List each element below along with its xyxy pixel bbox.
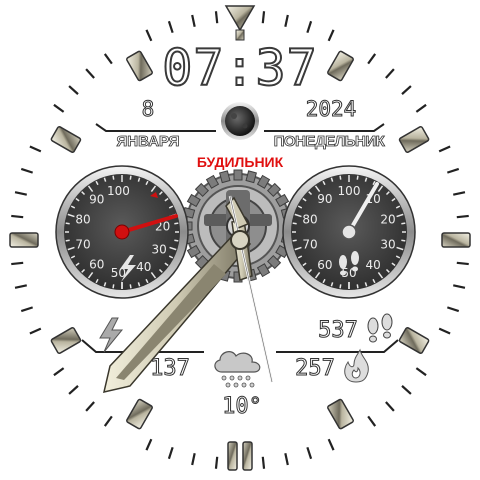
minute-tick <box>446 167 460 174</box>
minute-tick <box>53 367 65 377</box>
gauge-scale-label: 60 <box>89 257 104 271</box>
minute-tick <box>14 191 27 196</box>
rain-cloud-icon <box>214 351 261 388</box>
gauge-scale-label: 90 <box>317 192 332 206</box>
minute-tick <box>306 20 313 34</box>
gauge-scale-label: 40 <box>365 258 380 272</box>
minute-tick <box>453 191 466 196</box>
hour-marker <box>398 126 430 153</box>
gauge-scale-label: 60 <box>317 258 332 272</box>
minute-tick <box>20 167 34 174</box>
minute-tick <box>327 438 335 451</box>
minute-tick <box>145 438 153 451</box>
minute-tick <box>191 453 196 466</box>
gauge-scale-label: 30 <box>152 242 167 256</box>
minute-tick <box>103 415 113 427</box>
hour-marker <box>9 232 39 248</box>
minute-tick <box>415 367 427 377</box>
center-cap <box>230 230 250 250</box>
hour-marker <box>50 327 82 354</box>
minute-tick <box>20 306 34 313</box>
minute-tick <box>11 261 24 266</box>
gauge-scale-label: 90 <box>89 193 104 207</box>
hour-marker <box>398 327 430 354</box>
minute-tick <box>367 53 377 65</box>
minute-tick <box>446 306 460 313</box>
temperature-value: 10° <box>222 394 263 420</box>
date-weekday: ПОНЕДЕЛЬНИК <box>273 133 385 151</box>
hour-marker <box>227 441 253 471</box>
calories-value: 137 <box>150 356 191 382</box>
minute-tick <box>385 68 395 79</box>
hour-marker <box>224 5 256 41</box>
moon-phase-icon <box>221 102 259 140</box>
gauge-scale-label: 100 <box>338 184 361 198</box>
minute-tick <box>85 68 95 79</box>
minute-tick <box>167 446 174 460</box>
minute-tick <box>401 85 412 95</box>
minute-tick <box>214 456 219 469</box>
flame-icon <box>344 348 369 383</box>
gauge-scale-label: 40 <box>136 260 151 274</box>
steps-value: 537 <box>318 318 359 344</box>
gauge-scale-label: 80 <box>302 212 317 226</box>
minute-tick <box>284 14 289 27</box>
minute-tick <box>456 261 469 266</box>
hour-marker <box>327 398 354 430</box>
gauge-scale-label: 80 <box>75 212 90 226</box>
minute-tick <box>68 385 79 395</box>
date-month: ЯНВАРЯ <box>116 133 180 151</box>
minute-tick <box>11 214 24 219</box>
gauge-scale-label: 100 <box>107 184 130 198</box>
burned-value: 257 <box>295 356 336 382</box>
minute-tick <box>214 11 219 24</box>
gauge-scale-label: 30 <box>380 238 395 252</box>
minute-tick <box>191 14 196 27</box>
footprints-icon <box>367 313 393 343</box>
minute-tick <box>415 103 427 113</box>
battery-gauge: 1009080706050 403020 <box>55 165 189 299</box>
date-day: 8 <box>141 97 155 122</box>
date-year: 2024 <box>305 97 357 122</box>
minute-tick <box>453 284 466 289</box>
minute-tick <box>103 53 113 65</box>
minute-tick <box>385 401 395 412</box>
minute-tick <box>68 85 79 95</box>
hour-marker <box>50 126 82 153</box>
minute-tick <box>14 284 27 289</box>
minute-tick <box>167 20 174 34</box>
gauge-scale-label: 70 <box>75 238 90 252</box>
minute-tick <box>367 415 377 427</box>
gauge-scale-label: 70 <box>302 238 317 252</box>
minute-tick <box>306 446 313 460</box>
minute-tick <box>456 214 469 219</box>
minute-tick <box>29 327 42 335</box>
minute-tick <box>438 145 451 153</box>
minute-tick <box>284 453 289 466</box>
minute-tick <box>438 327 451 335</box>
minute-tick <box>261 456 266 469</box>
hour-marker <box>441 232 471 248</box>
lightning-icon <box>99 317 124 353</box>
gauge-scale-label: 20 <box>380 212 395 226</box>
minute-tick <box>29 145 42 153</box>
minute-tick <box>401 385 412 395</box>
minute-tick <box>53 103 65 113</box>
minute-tick <box>85 401 95 412</box>
hour-marker <box>126 398 153 430</box>
minute-tick <box>261 11 266 24</box>
steps-gauge: 100908070605040302010 <box>282 165 416 299</box>
alarm-label[interactable]: БУДИЛЬНИК <box>190 154 290 170</box>
digital-time: 07:37 <box>161 39 318 97</box>
